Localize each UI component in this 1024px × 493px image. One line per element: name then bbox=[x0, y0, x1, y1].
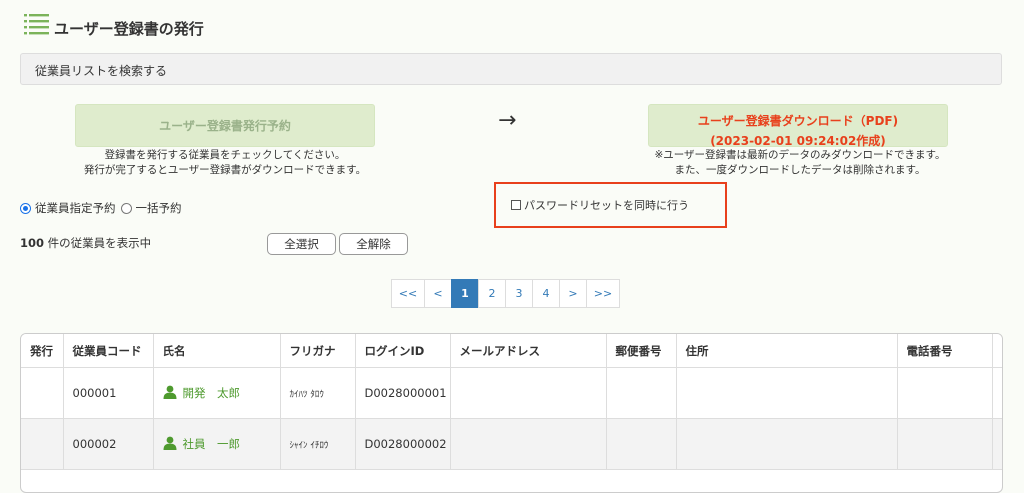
radio-employee-specified-label[interactable]: 従業員指定予約 bbox=[35, 200, 116, 216]
extra-cell bbox=[992, 418, 1002, 470]
page-prev[interactable]: < bbox=[424, 279, 452, 308]
name-cell[interactable]: 開発 太郎 bbox=[153, 367, 281, 419]
email-cell bbox=[450, 367, 607, 419]
employee-count: 100 件の従業員を表示中 bbox=[20, 235, 151, 251]
deselect-all-button[interactable]: 全解除 bbox=[339, 233, 408, 255]
col-header-code[interactable]: 従業員コード bbox=[63, 334, 154, 368]
kana-cell: ｼｬｲﾝ ｲﾁﾛｳ bbox=[280, 418, 356, 470]
issue-cell[interactable] bbox=[21, 367, 64, 419]
email-cell bbox=[450, 418, 607, 470]
list-icon bbox=[24, 12, 50, 38]
login-cell: D0028000002 bbox=[355, 418, 451, 470]
page-2[interactable]: 2 bbox=[478, 279, 506, 308]
col-header-name[interactable]: 氏名 bbox=[153, 334, 281, 368]
extra-cell bbox=[992, 367, 1002, 419]
radio-bulk-label[interactable]: 一括予約 bbox=[136, 200, 182, 216]
code-cell: 000001 bbox=[63, 367, 154, 419]
employee-count-number: 100 bbox=[20, 236, 45, 250]
page-last[interactable]: >> bbox=[586, 279, 620, 308]
kana-cell: ｶｲﾊﾂ ﾀﾛｳ bbox=[280, 367, 356, 419]
col-header-login[interactable]: ログインID bbox=[355, 334, 451, 368]
address-cell bbox=[676, 418, 898, 470]
col-header-more[interactable] bbox=[992, 334, 1002, 368]
download-button-timestamp: (2023-02-01 09:24:02作成) bbox=[710, 134, 886, 148]
phone-cell bbox=[897, 418, 993, 470]
employee-name[interactable]: 開発 太郎 bbox=[183, 386, 241, 400]
table-header-row: 発行 従業員コード 氏名 フリガナ ログインID メールアドレス 郵便番号 住所… bbox=[21, 334, 1002, 368]
reserve-note-line: 発行が完了するとユーザー登録書がダウンロードできます。 bbox=[83, 164, 367, 176]
download-note-line: また、一度ダウンロードしたデータは削除されます。 bbox=[674, 164, 926, 176]
reserve-note-line: 登録書を発行する従業員をチェックしてください。 bbox=[104, 149, 346, 161]
person-icon bbox=[163, 436, 176, 450]
employee-name[interactable]: 社員 一郎 bbox=[183, 437, 241, 451]
col-header-address[interactable]: 住所 bbox=[676, 334, 898, 368]
phone-cell bbox=[897, 367, 993, 419]
employee-table: 発行 従業員コード 氏名 フリガナ ログインID メールアドレス 郵便番号 住所… bbox=[20, 333, 1003, 493]
right-arrow-icon: → bbox=[498, 108, 517, 133]
reservation-type-group: 従業員指定予約 一括予約 bbox=[20, 200, 182, 216]
table-row[interactable]: 000001 開発 太郎 ｶｲﾊﾂ ﾀﾛｳ D0028000001 bbox=[21, 367, 1002, 419]
postal-cell bbox=[606, 367, 677, 419]
employee-count-suffix: 件の従業員を表示中 bbox=[44, 236, 152, 250]
address-cell bbox=[676, 367, 898, 419]
download-button-label: ユーザー登録書ダウンロード（PDF) bbox=[697, 114, 899, 128]
radio-employee-specified[interactable] bbox=[20, 202, 31, 214]
radio-bulk[interactable] bbox=[120, 202, 132, 214]
pagination: << < 1 2 3 4 > >> bbox=[391, 279, 620, 308]
page-1[interactable]: 1 bbox=[451, 279, 479, 308]
col-header-email[interactable]: メールアドレス bbox=[450, 334, 607, 368]
page-first[interactable]: << bbox=[391, 279, 425, 308]
code-cell: 000002 bbox=[63, 418, 154, 470]
col-header-kana[interactable]: フリガナ bbox=[280, 334, 356, 368]
person-icon bbox=[163, 385, 176, 399]
reserve-issue-button[interactable]: ユーザー登録書発行予約 bbox=[75, 104, 375, 147]
password-reset-checkbox[interactable] bbox=[511, 200, 521, 210]
page-4[interactable]: 4 bbox=[532, 279, 560, 308]
name-cell[interactable]: 社員 一郎 bbox=[153, 418, 281, 470]
password-reset-option[interactable]: パスワードリセットを同時に行う bbox=[511, 197, 689, 213]
employee-search-toggle[interactable]: 従業員リストを検索する bbox=[20, 53, 1002, 85]
col-header-issue[interactable]: 発行 bbox=[21, 334, 64, 368]
reserve-note: 登録書を発行する従業員をチェックしてください。 発行が完了するとユーザー登録書が… bbox=[60, 148, 390, 178]
download-note-line: ※ユーザー登録書は最新のデータのみダウンロードできます。 bbox=[654, 149, 946, 161]
table-row[interactable]: 000002 社員 一郎 ｼｬｲﾝ ｲﾁﾛｳ D0028000002 bbox=[21, 418, 1002, 470]
select-all-button[interactable]: 全選択 bbox=[267, 233, 336, 255]
issue-cell[interactable] bbox=[21, 418, 64, 470]
password-reset-label[interactable]: パスワードリセットを同時に行う bbox=[524, 197, 689, 213]
page-3[interactable]: 3 bbox=[505, 279, 533, 308]
page-title: ユーザー登録書の発行 bbox=[54, 20, 204, 38]
search-bar-label: 従業員リストを検索する bbox=[35, 64, 168, 78]
col-header-phone[interactable]: 電話番号 bbox=[897, 334, 993, 368]
page-next[interactable]: > bbox=[559, 279, 587, 308]
download-note: ※ユーザー登録書は最新のデータのみダウンロードできます。 また、一度ダウンロード… bbox=[590, 148, 1010, 178]
col-header-postal[interactable]: 郵便番号 bbox=[606, 334, 677, 368]
download-pdf-button[interactable]: ユーザー登録書ダウンロード（PDF) (2023-02-01 09:24:02作… bbox=[648, 104, 948, 148]
postal-cell bbox=[606, 418, 677, 470]
login-cell: D0028000001 bbox=[355, 367, 451, 419]
